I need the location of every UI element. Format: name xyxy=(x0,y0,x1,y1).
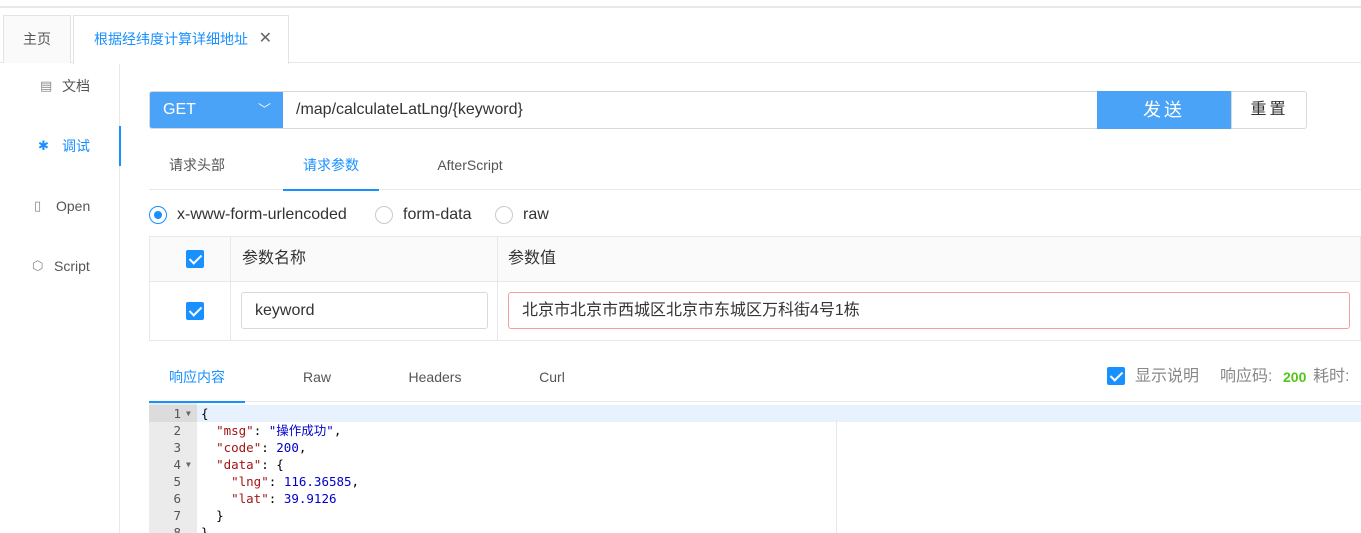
select-all-checkbox[interactable] xyxy=(186,250,204,268)
send-button[interactable]: 发送 xyxy=(1097,91,1231,129)
table-header xyxy=(150,237,1360,282)
json-string: "操作成功" xyxy=(268,423,334,438)
json-key: "lng" xyxy=(231,474,269,489)
column-header-value: 参数值 xyxy=(508,250,557,267)
json-key: "msg" xyxy=(216,423,254,438)
reset-button[interactable]: 重置 xyxy=(1231,92,1307,128)
json-brace: { xyxy=(276,457,284,472)
tab-title: 根据经纬度计算详细地址 xyxy=(94,31,248,47)
document-icon: ▤ xyxy=(40,78,53,93)
row-checkbox[interactable] xyxy=(186,302,204,320)
sidebar-item-docs[interactable]: ▤ 文档 xyxy=(0,66,120,106)
json-number: 116.36585 xyxy=(283,474,352,489)
sidebar: ▤ 文档 ✱ 调试 ▯ Open ⬡ Script xyxy=(0,64,121,533)
sidebar-item-debug[interactable]: ✱ 调试 xyxy=(0,126,121,166)
json-number: 200 xyxy=(276,440,299,455)
json-brace: } xyxy=(216,508,224,523)
code-line: 1 ▼ { xyxy=(149,405,1361,422)
line-number: 2 xyxy=(173,423,181,438)
json-key: "code" xyxy=(216,440,262,455)
cube-icon: ⬡ xyxy=(32,258,44,273)
method-value: GET xyxy=(163,101,196,118)
line-number: 3 xyxy=(173,440,181,455)
radio-dot xyxy=(375,206,393,224)
code-text: } xyxy=(201,524,209,533)
code-text: "lng": 116.36585, xyxy=(231,474,360,489)
sidebar-item-label: 文档 xyxy=(62,78,90,94)
show-desc-label: 显示说明 xyxy=(1135,368,1200,385)
json-brace: { xyxy=(201,406,209,421)
code-line: 2 "msg": "操作成功", xyxy=(149,422,1361,439)
sidebar-item-script[interactable]: ⬡ Script xyxy=(0,246,120,286)
tab-bar: 主页 根据经纬度计算详细地址 ✕ xyxy=(0,8,1361,64)
tab-home[interactable]: 主页 xyxy=(3,15,71,63)
json-number: 39.9126 xyxy=(283,491,337,506)
response-tabs: 响应内容 Raw Headers Curl 显示说明 响应码: 200 耗时: xyxy=(149,353,1361,403)
sidebar-item-open[interactable]: ▯ Open xyxy=(0,186,120,226)
code-line: 8 } xyxy=(149,524,1361,533)
tab-response-curl[interactable]: Curl xyxy=(515,353,589,402)
code-text: "data": { xyxy=(216,457,284,472)
status-code-label: 响应码: xyxy=(1220,368,1273,385)
json-brace: } xyxy=(201,525,209,533)
sidebar-item-label: 调试 xyxy=(62,138,90,154)
bug-icon: ✱ xyxy=(38,138,49,153)
json-key: "data" xyxy=(216,457,262,472)
code-text: } xyxy=(201,507,224,524)
tab-request-params[interactable]: 请求参数 xyxy=(283,145,379,191)
code-text: { xyxy=(201,405,209,422)
param-value-input[interactable]: 北京市北京市西城区北京市东城区万科街4号1栋 xyxy=(508,292,1350,329)
column-divider xyxy=(497,237,498,340)
code-line: 7 } xyxy=(149,507,1361,524)
tab-api-debug[interactable]: 根据经纬度计算详细地址 ✕ xyxy=(73,15,289,64)
close-icon[interactable]: ✕ xyxy=(259,16,272,62)
tab-response-raw[interactable]: Raw xyxy=(269,353,365,402)
tab-request-headers[interactable]: 请求头部 xyxy=(149,145,245,190)
chevron-down-icon: ﹀ xyxy=(257,102,271,117)
code-line: 4 ▼ "data": { xyxy=(149,456,1361,473)
radio-label: raw xyxy=(523,206,549,223)
show-desc-checkbox[interactable] xyxy=(1107,367,1125,385)
code-text: "msg": "操作成功", xyxy=(216,423,342,438)
tab-response-content[interactable]: 响应内容 xyxy=(149,353,245,403)
line-number: 5 xyxy=(173,474,181,489)
sidebar-item-label: Open xyxy=(56,198,91,214)
column-header-name: 参数名称 xyxy=(242,250,307,267)
request-tabs: 请求头部 请求参数 AfterScript xyxy=(149,145,1361,191)
code-line: 5 "lng": 116.36585, xyxy=(149,473,1361,490)
status-code-value: 200 xyxy=(1283,369,1307,385)
line-number: 8 xyxy=(173,525,181,533)
code-text: "code": 200, xyxy=(216,440,307,455)
fold-arrow-icon[interactable]: ▼ xyxy=(186,405,191,422)
json-key: "lat" xyxy=(231,491,269,506)
sidebar-item-label: Script xyxy=(54,258,90,274)
radio-label: x-www-form-urlencoded xyxy=(177,206,347,223)
radio-dot xyxy=(495,206,513,224)
fold-arrow-icon[interactable]: ▼ xyxy=(186,456,191,473)
column-divider xyxy=(230,237,231,340)
param-name-input[interactable]: keyword xyxy=(241,292,488,329)
url-bar: GET ﹀ /map/calculateLatLng/{keyword} 发送 … xyxy=(149,91,1307,129)
response-editor[interactable]: 1 ▼ { 2 "msg": "操作成功", 3 "code": 200, 4 … xyxy=(149,403,1361,533)
elapsed-time-label: 耗时: xyxy=(1313,368,1350,385)
line-number: 6 xyxy=(173,491,181,506)
print-margin xyxy=(836,420,837,533)
tab-afterscript[interactable]: AfterScript xyxy=(427,145,513,190)
code-text: "lat": 39.9126 xyxy=(231,491,337,506)
tab-response-headers[interactable]: Headers xyxy=(389,353,481,402)
method-select[interactable]: GET ﹀ xyxy=(150,92,283,128)
code-line: 6 "lat": 39.9126 xyxy=(149,490,1361,507)
radio-dot xyxy=(149,206,167,224)
line-number: 7 xyxy=(173,508,181,523)
params-table: 参数名称 参数值 keyword 北京市北京市西城区北京市东城区万科街4号1栋 xyxy=(149,236,1361,341)
file-icon: ▯ xyxy=(34,198,42,213)
radio-label: form-data xyxy=(403,206,472,223)
code-line: 3 "code": 200, xyxy=(149,439,1361,456)
url-input[interactable]: /map/calculateLatLng/{keyword} xyxy=(284,92,1097,128)
